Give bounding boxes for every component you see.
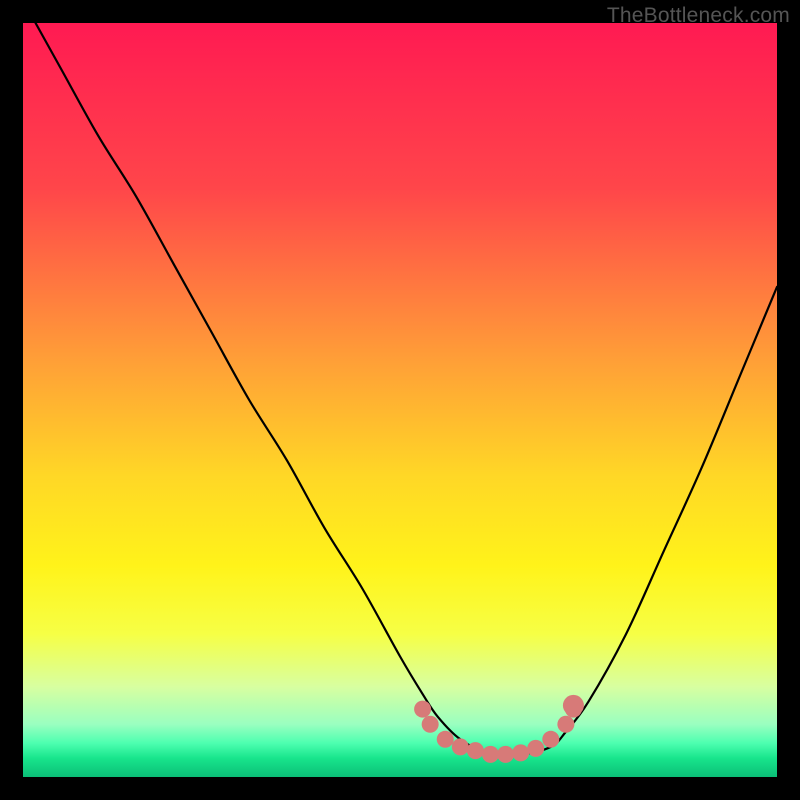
marker-dot [557,716,574,733]
marker-dot [437,731,454,748]
marker-dot [452,738,469,755]
marker-dot [482,746,499,763]
chart-plot-area [23,23,777,777]
marker-dot [542,731,559,748]
marker-dot [527,740,544,757]
watermark-text: TheBottleneck.com [607,4,790,28]
chart-svg [23,23,777,777]
marker-dot [497,746,514,763]
marker-dot [467,742,484,759]
marker-dot [422,716,439,733]
marker-dot [512,744,529,761]
marker-dot-end [563,695,584,716]
marker-dot [414,701,431,718]
gradient-background [23,23,777,777]
